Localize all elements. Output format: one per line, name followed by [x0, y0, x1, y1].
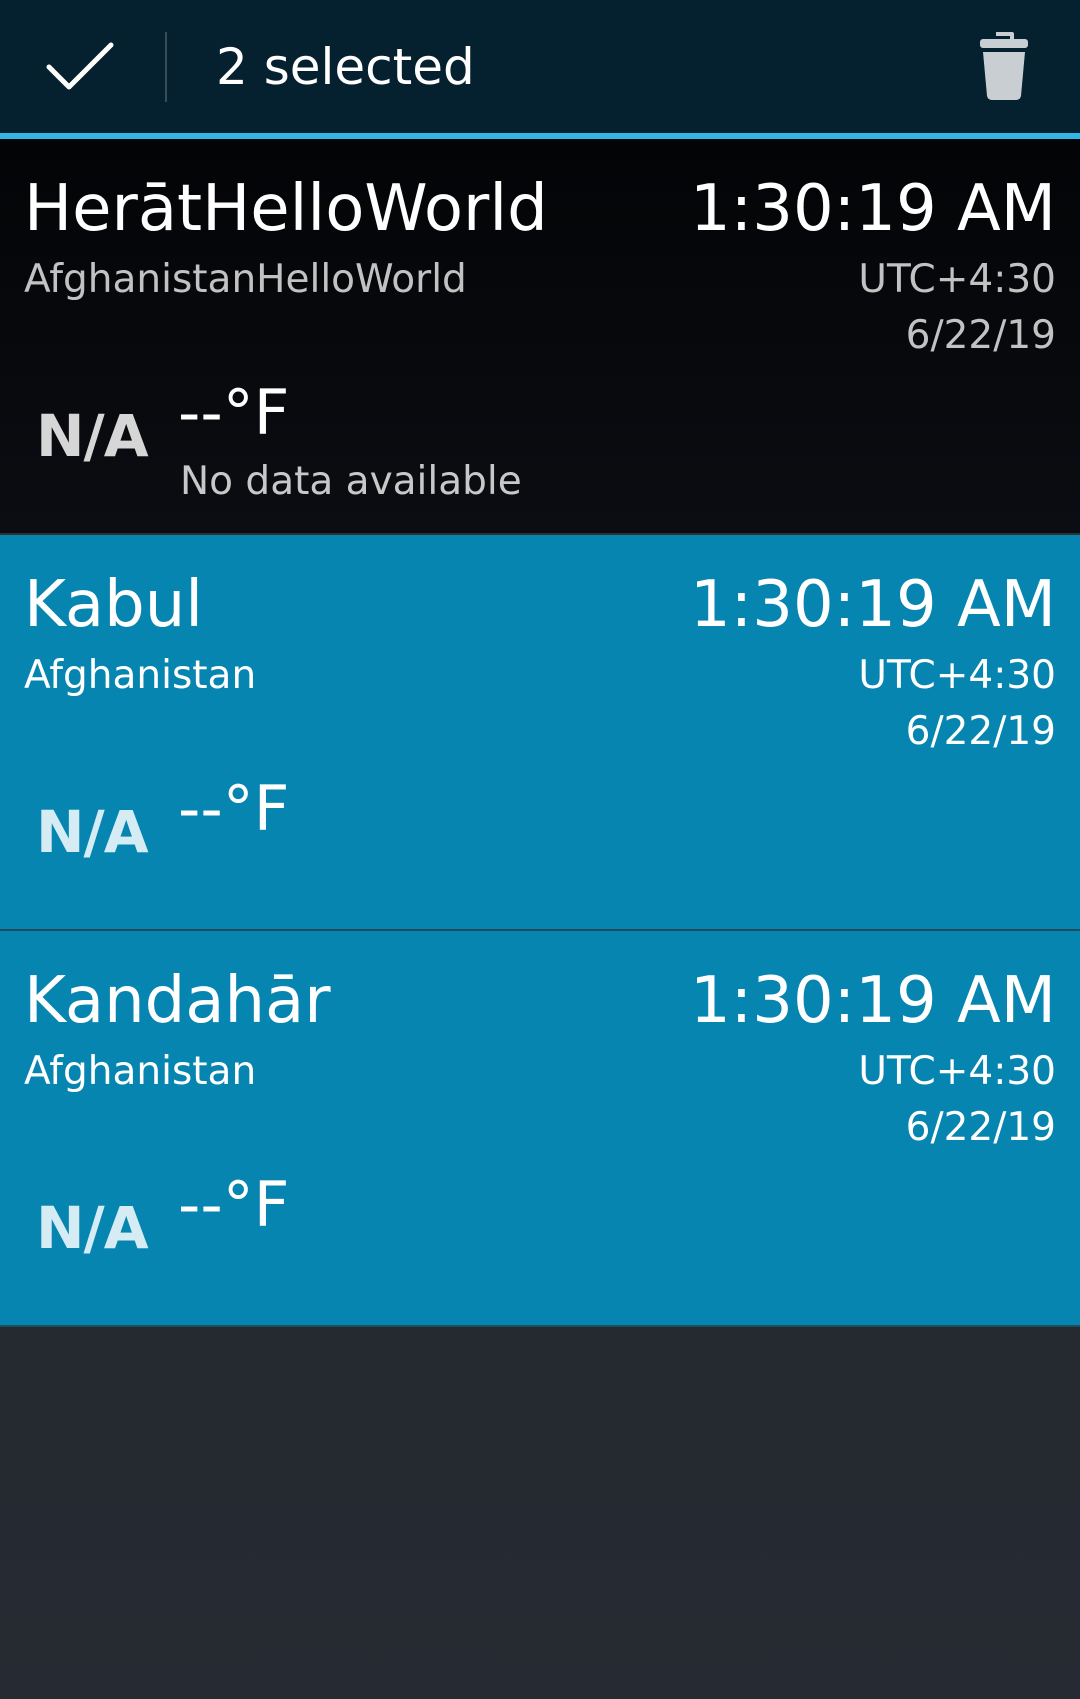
weather-na-icon: N/A [36, 1194, 149, 1262]
utc-offset: UTC+4:30 [858, 257, 1056, 302]
city-name: Kandahār [24, 964, 331, 1038]
temperature: --°F [178, 772, 290, 845]
country-name: Afghanistan [24, 653, 257, 698]
action-bar-divider [165, 32, 167, 102]
weather-condition: No data available [180, 459, 522, 504]
contextual-action-bar: 2 selected [0, 0, 1080, 133]
utc-offset: UTC+4:30 [858, 653, 1056, 698]
weather-na-icon: N/A [36, 798, 149, 866]
city-row-kandahar[interactable]: Kandahār Afghanistan 1:30:19 AM UTC+4:30… [0, 931, 1080, 1327]
temperature: --°F [178, 1168, 290, 1241]
city-name: Kabul [24, 568, 204, 642]
local-time: 1:30:19 AM [689, 568, 1056, 642]
temperature: --°F [178, 376, 290, 449]
local-time: 1:30:19 AM [689, 172, 1056, 246]
local-time: 1:30:19 AM [689, 964, 1056, 1038]
check-icon [46, 42, 114, 89]
city-row-herat[interactable]: HerātHelloWorld AfghanistanHelloWorld 1:… [0, 139, 1080, 535]
selection-count-title: 2 selected [216, 38, 475, 96]
delete-button[interactable] [966, 28, 1042, 104]
trash-icon [980, 32, 1028, 100]
local-date: 6/22/19 [905, 313, 1056, 358]
local-date: 6/22/19 [905, 1105, 1056, 1150]
city-row-kabul[interactable]: Kabul Afghanistan 1:30:19 AM UTC+4:30 6/… [0, 535, 1080, 931]
city-list: HerātHelloWorld AfghanistanHelloWorld 1:… [0, 139, 1080, 1327]
local-date: 6/22/19 [905, 709, 1056, 754]
country-name: AfghanistanHelloWorld [24, 257, 467, 302]
utc-offset: UTC+4:30 [858, 1049, 1056, 1094]
done-button[interactable] [0, 0, 160, 133]
country-name: Afghanistan [24, 1049, 257, 1094]
city-name: HerātHelloWorld [24, 172, 548, 246]
weather-na-icon: N/A [36, 402, 149, 470]
